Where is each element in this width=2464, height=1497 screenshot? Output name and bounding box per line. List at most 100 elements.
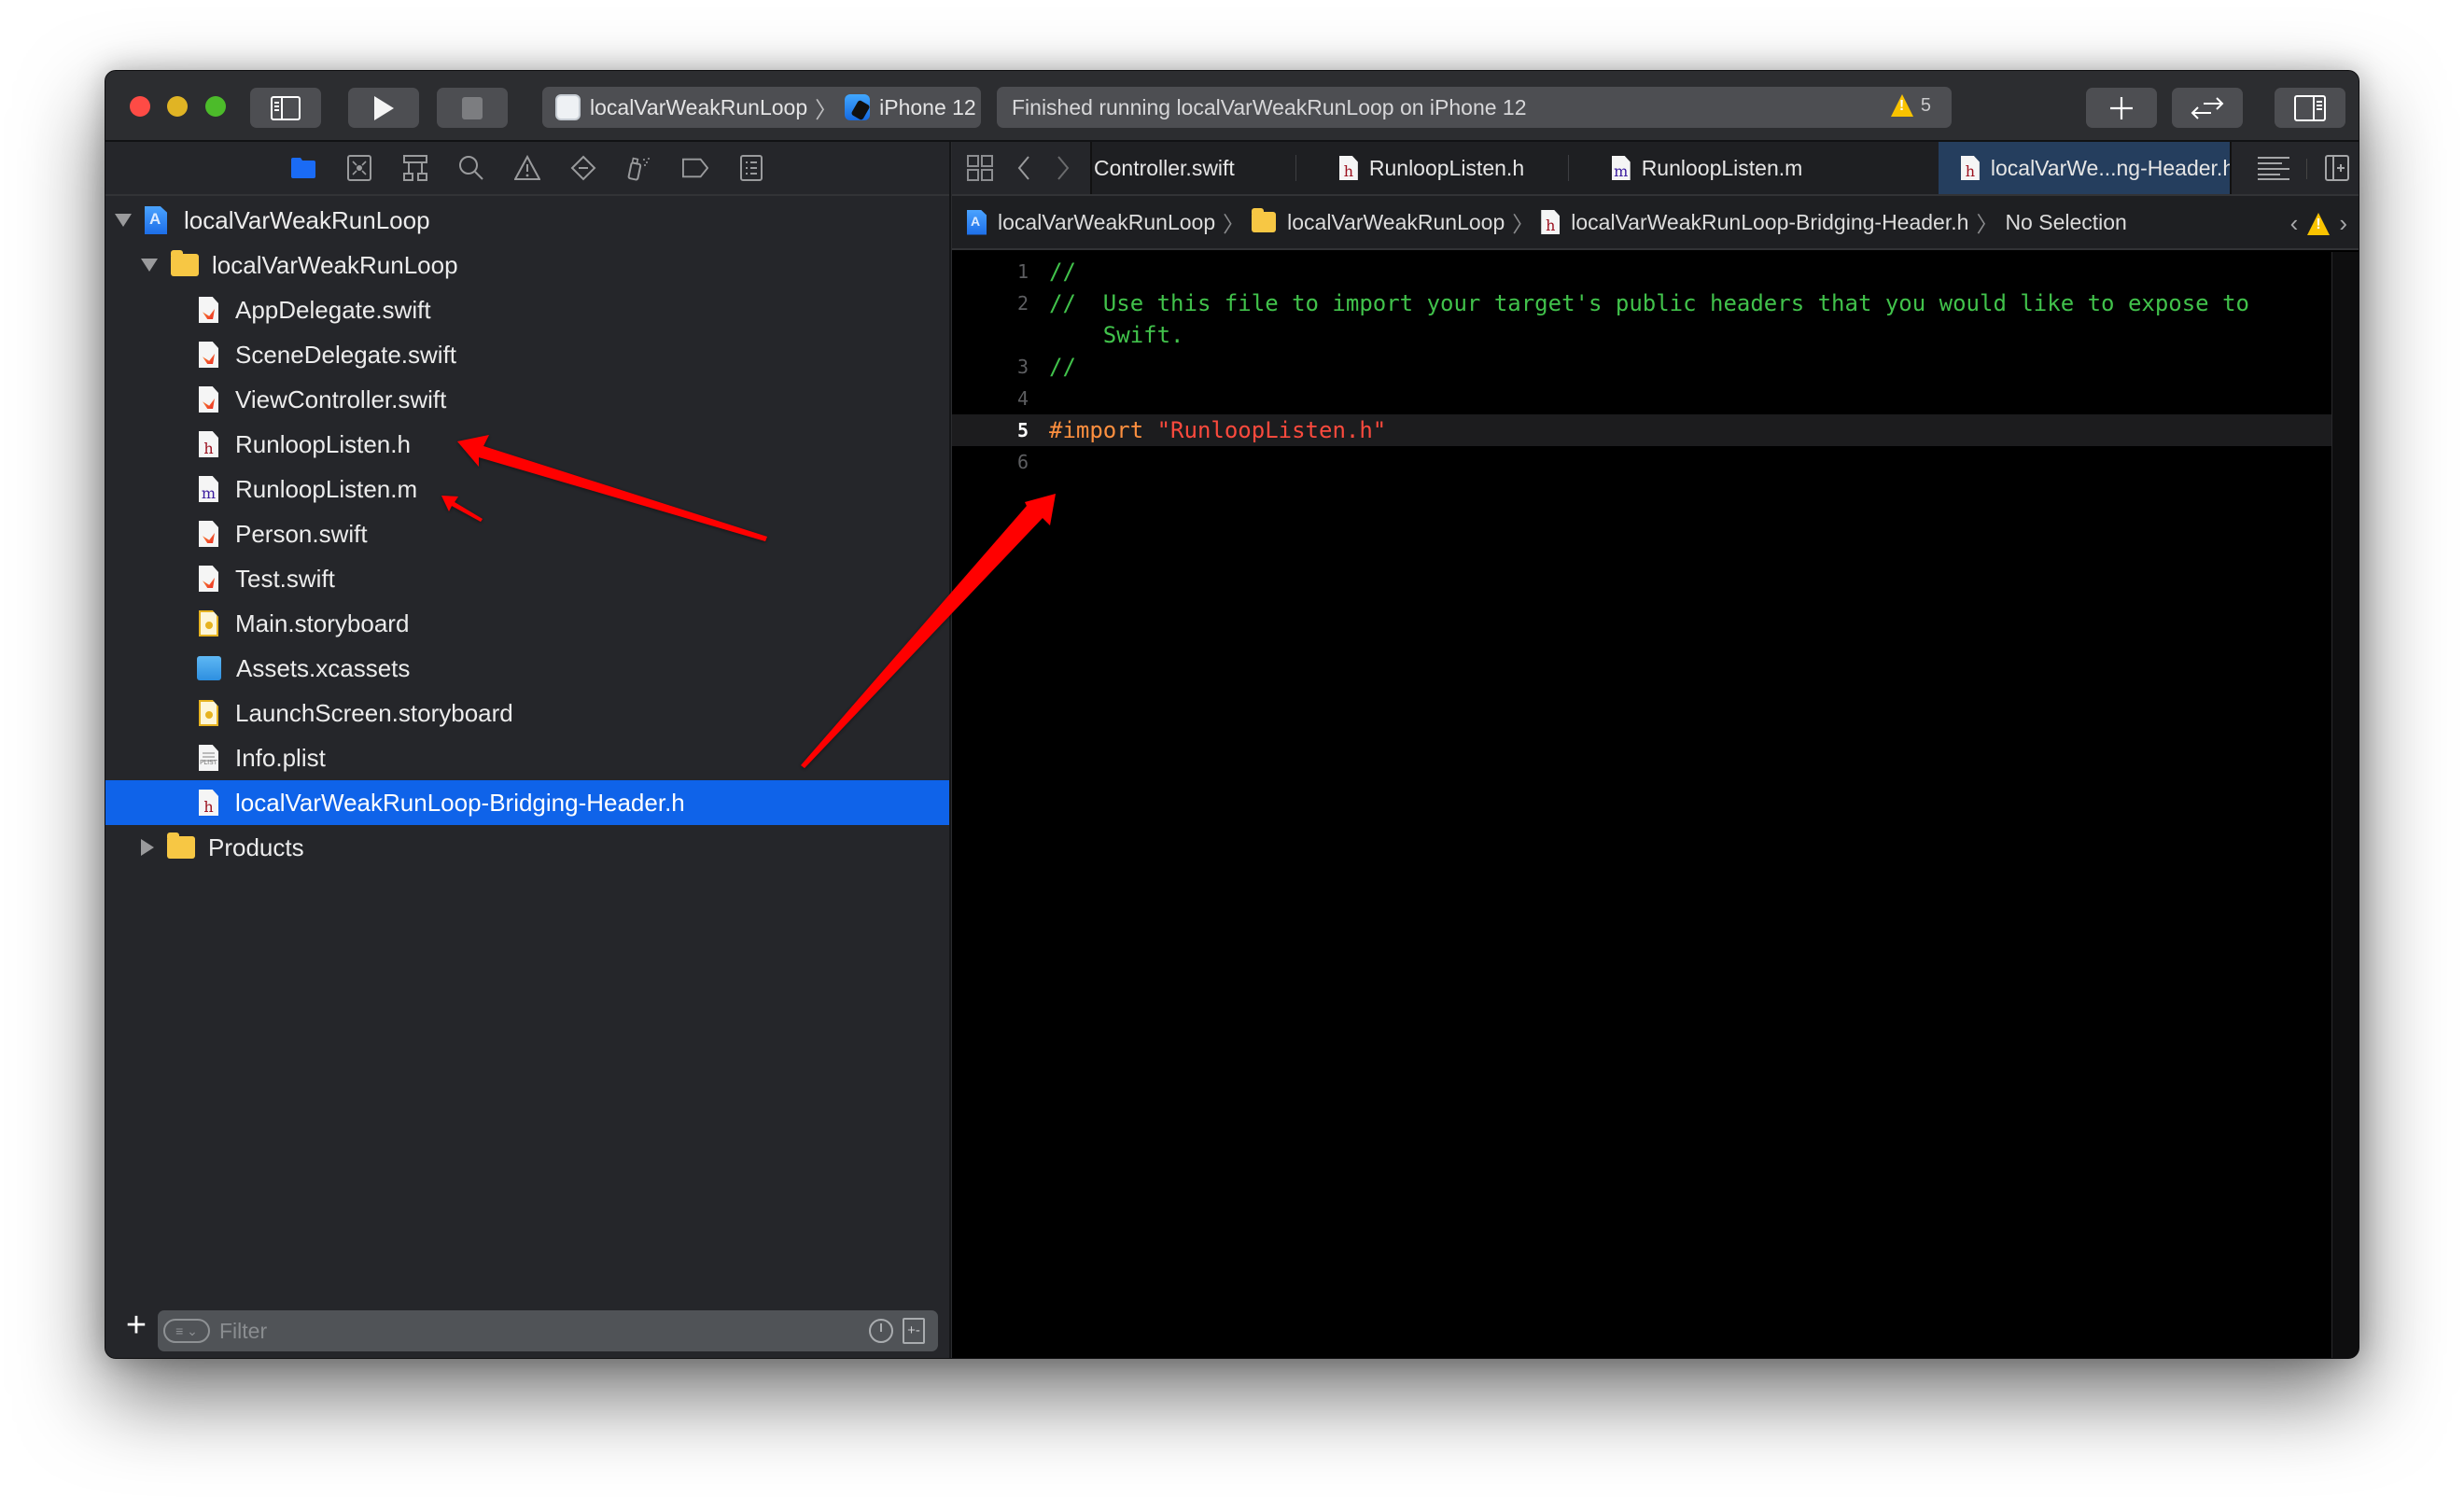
code-review-button[interactable] — [2172, 88, 2243, 128]
inspector-toggle-button[interactable] — [2275, 88, 2345, 128]
tree-item-label: RunloopListen.h — [235, 429, 411, 458]
recent-files-clock-icon[interactable] — [869, 1319, 893, 1343]
close-window-button[interactable] — [130, 96, 150, 117]
destination-name[interactable]: iPhone 12 — [879, 95, 976, 120]
line-number: 4 — [1016, 387, 1029, 410]
jumpbar-project[interactable]: localVarWeakRunLoop — [998, 210, 1215, 235]
next-issue-icon[interactable]: › — [2339, 209, 2347, 238]
swap-arrows-icon — [2191, 96, 2224, 119]
source-editor: Controller.swift h RunloopListen.h m Run… — [952, 142, 2359, 1358]
editor-scrollbar[interactable] — [2331, 252, 2359, 1358]
test-navigator-tab[interactable] — [570, 155, 596, 181]
code-token-comment: Swift. — [1049, 322, 1184, 348]
find-navigator-tab[interactable] — [458, 155, 484, 181]
tree-item-label: SceneDelegate.swift — [235, 340, 457, 369]
code-area[interactable]: 1 // 2 // Use this file to import your targ… — [952, 252, 2331, 1358]
report-navigator-tab[interactable] — [738, 155, 764, 181]
tree-item-label: localVarWeakRunLoop-Bridging-Header.h — [235, 788, 685, 817]
code-line[interactable]: 2 // Use this file to import your target'… — [952, 287, 2331, 319]
chevron-right-icon: 〉 — [1512, 212, 1534, 236]
source-control-status-filter-icon[interactable]: +- — [903, 1318, 925, 1344]
tree-item-file[interactable]: Person.swift — [105, 511, 949, 556]
stop-button[interactable] — [437, 88, 508, 128]
code-token-comment: // — [1049, 354, 1076, 380]
objc-file-icon: m — [199, 476, 218, 502]
tree-item-group[interactable]: Products — [105, 825, 949, 870]
tree-item-file[interactable]: AppDelegate.swift — [105, 287, 949, 332]
disclosure-open-icon[interactable] — [141, 259, 158, 272]
tree-item-file[interactable]: SceneDelegate.swift — [105, 332, 949, 377]
editor-tab-active[interactable]: h localVarWe...ng-Header.h — [1939, 142, 2257, 194]
editor-tab[interactable]: Controller.swift — [1094, 142, 1294, 194]
scheme-name[interactable]: localVarWeakRunLoop — [590, 95, 807, 120]
tree-item-file[interactable]: h RunloopListen.h — [105, 422, 949, 467]
header-file-icon: h — [1960, 156, 1980, 180]
navigator-toggle-button[interactable] — [250, 88, 321, 128]
disclosure-open-icon[interactable] — [115, 214, 132, 227]
tree-item-file[interactable]: ViewController.swift — [105, 377, 949, 422]
tab-label: RunloopListen.h — [1368, 155, 1525, 180]
jumpbar-selection[interactable]: No Selection — [2005, 210, 2126, 235]
tree-item-file[interactable]: m RunloopListen.m — [105, 467, 949, 511]
source-control-navigator-tab[interactable] — [346, 155, 372, 181]
editor-tab[interactable]: h RunloopListen.h — [1296, 142, 1567, 194]
disclosure-closed-icon[interactable] — [141, 839, 154, 856]
warning-indicator[interactable]: 5 — [1890, 94, 1931, 117]
tree-item-file[interactable]: LaunchScreen.storyboard — [105, 691, 949, 735]
filter-options-button[interactable]: ≡ ⌄ — [163, 1319, 210, 1343]
tree-item-label: RunloopListen.m — [235, 474, 418, 503]
source-control-icon — [347, 155, 371, 181]
code-line[interactable]: 1 // — [952, 256, 2331, 287]
code-line[interactable]: 6 — [952, 446, 2331, 478]
filter-input[interactable] — [219, 1318, 779, 1344]
code-line[interactable]: 3 // — [952, 351, 2331, 383]
run-button[interactable] — [348, 88, 419, 128]
scheme-selector[interactable]: localVarWeakRunLoop 〉 iPhone 12 — [542, 87, 981, 128]
related-items-grid-icon[interactable] — [967, 155, 993, 181]
tree-item-file[interactable]: PLIST Info.plist — [105, 735, 949, 780]
zoom-window-button[interactable] — [205, 96, 226, 117]
minimize-window-button[interactable] — [167, 96, 188, 117]
storyboard-file-icon — [199, 610, 218, 637]
jumpbar-group[interactable]: localVarWeakRunLoop — [1287, 210, 1505, 235]
objc-file-icon: m — [1611, 156, 1631, 180]
tree-item-label: Info.plist — [235, 743, 326, 772]
project-navigator-tab[interactable] — [290, 155, 316, 181]
code-text: Swift. — [1049, 319, 1184, 351]
breakpoint-navigator-tab[interactable] — [682, 155, 708, 181]
tree-item-project[interactable]: localVarWeakRunLoop — [105, 198, 949, 243]
line-number: 1 — [1016, 260, 1029, 283]
forward-chevron-icon[interactable] — [1057, 156, 1070, 180]
warning-icon — [1890, 94, 1913, 117]
editor-tab[interactable]: m RunloopListen.m — [1569, 142, 1845, 194]
code-line[interactable]: 4 — [952, 383, 2331, 414]
symbol-navigator-tab[interactable] — [402, 155, 428, 181]
add-editor-split-icon[interactable] — [2325, 155, 2349, 181]
tree-item-group[interactable]: localVarWeakRunLoop — [105, 243, 949, 287]
editor-options-lines-icon[interactable] — [2258, 156, 2289, 180]
tree-item-label: Products — [208, 832, 304, 861]
tree-item-file[interactable]: Test.swift — [105, 556, 949, 601]
jumpbar-file[interactable]: localVarWeakRunLoop-Bridging-Header.h — [1571, 210, 1968, 235]
header-file-icon: h — [1338, 156, 1358, 180]
xcode-project-icon — [145, 206, 167, 234]
tree-item-label: ViewController.swift — [235, 385, 447, 413]
tree-item-file-selected[interactable]: h localVarWeakRunLoop-Bridging-Header.h — [105, 780, 949, 825]
code-text: #import "RunloopListen.h" — [1049, 414, 1386, 446]
tab-label: RunloopListen.m — [1641, 155, 1803, 180]
issue-navigator-tab[interactable] — [514, 155, 540, 181]
tree-item-file[interactable]: Assets.xcassets — [105, 646, 949, 691]
header-file-icon: h — [199, 790, 218, 816]
add-file-button[interactable]: + — [122, 1308, 150, 1343]
back-chevron-icon[interactable] — [1017, 156, 1030, 180]
code-token-pre: #import — [1049, 417, 1144, 443]
code-line[interactable]: Swift. — [952, 319, 2331, 351]
debug-navigator-tab[interactable] — [626, 155, 652, 181]
warning-icon[interactable] — [2307, 212, 2331, 235]
library-button[interactable] — [2086, 88, 2157, 128]
swift-file-icon — [199, 297, 218, 323]
code-line[interactable]: 5 #import "RunloopListen.h" — [952, 414, 2331, 446]
tree-item-file[interactable]: Main.storyboard — [105, 601, 949, 646]
previous-issue-icon[interactable]: ‹ — [2290, 209, 2299, 238]
